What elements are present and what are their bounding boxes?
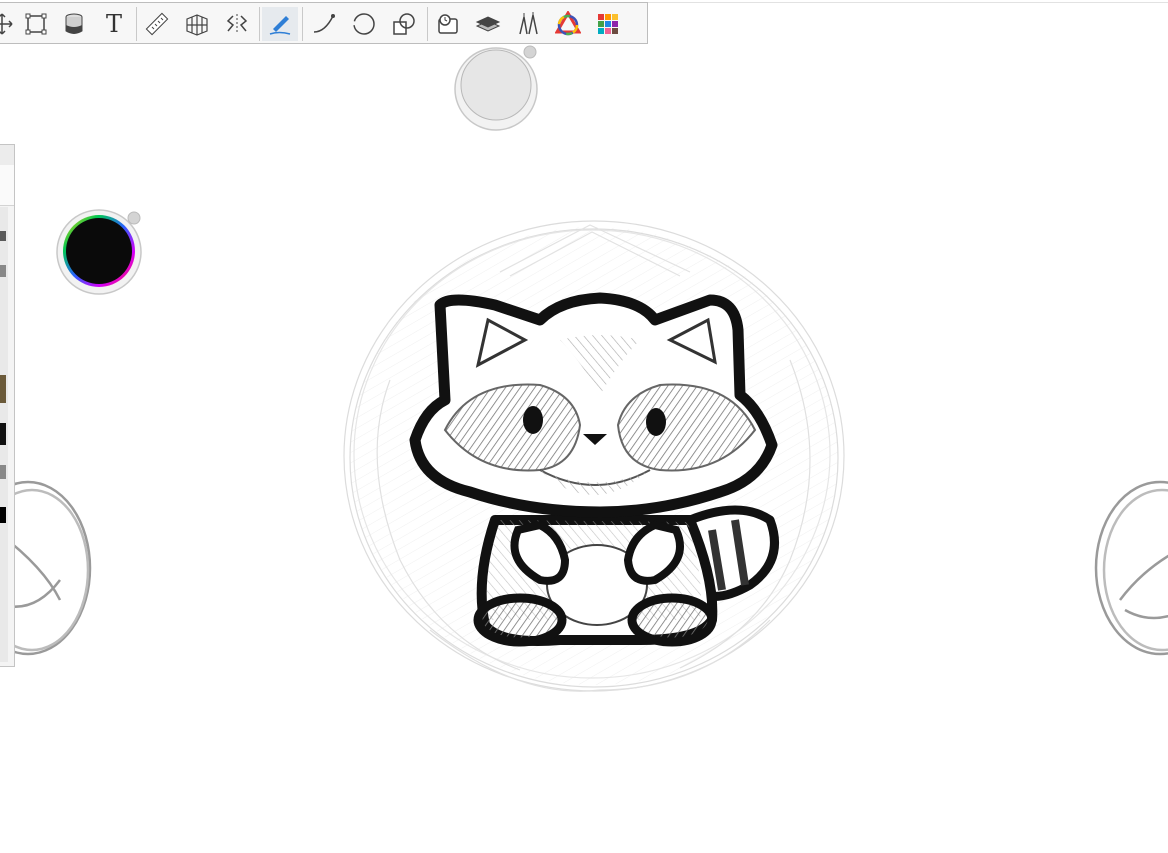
toolbar-divider — [427, 7, 428, 41]
toolbar-divider — [302, 7, 303, 41]
color-puck-icon[interactable] — [55, 208, 143, 296]
reference-icon[interactable] — [430, 7, 466, 41]
canvas-artwork — [0, 220, 1168, 692]
swatches-icon[interactable] — [590, 7, 626, 41]
brush-item[interactable] — [0, 465, 6, 479]
symmetry-icon[interactable] — [219, 7, 255, 41]
paint-bucket-icon[interactable] — [56, 7, 92, 41]
text-icon[interactable]: T — [96, 7, 132, 41]
brush-item[interactable] — [0, 231, 6, 241]
brush-item[interactable] — [0, 507, 6, 523]
crop-icon[interactable] — [18, 7, 54, 41]
brush-palette[interactable] — [0, 144, 15, 667]
ruler-icon[interactable] — [139, 7, 175, 41]
ellipse-guide-icon[interactable] — [346, 7, 382, 41]
main-toolbar: T — [0, 2, 648, 44]
edge-sketch-right — [1094, 480, 1168, 656]
palette-header[interactable] — [0, 145, 14, 166]
brush-list[interactable] — [0, 207, 8, 662]
brush-item[interactable] — [0, 375, 6, 403]
layers-icon[interactable] — [470, 7, 506, 41]
move-transform-icon[interactable] — [0, 7, 20, 41]
predictive-stroke-icon[interactable] — [262, 7, 298, 41]
perspective-grid-icon[interactable] — [179, 7, 215, 41]
brush-library-icon[interactable] — [510, 7, 546, 41]
brush-item[interactable] — [0, 423, 6, 445]
color-wheel-icon[interactable] — [550, 7, 586, 41]
shape-icon[interactable] — [386, 7, 422, 41]
brush-item[interactable] — [0, 265, 6, 277]
palette-sets-bar[interactable] — [0, 165, 14, 206]
toolbar-divider — [259, 7, 260, 41]
curve-icon[interactable] — [306, 7, 342, 41]
brush-puck-icon[interactable] — [452, 45, 540, 131]
toolbar-divider — [136, 7, 137, 41]
